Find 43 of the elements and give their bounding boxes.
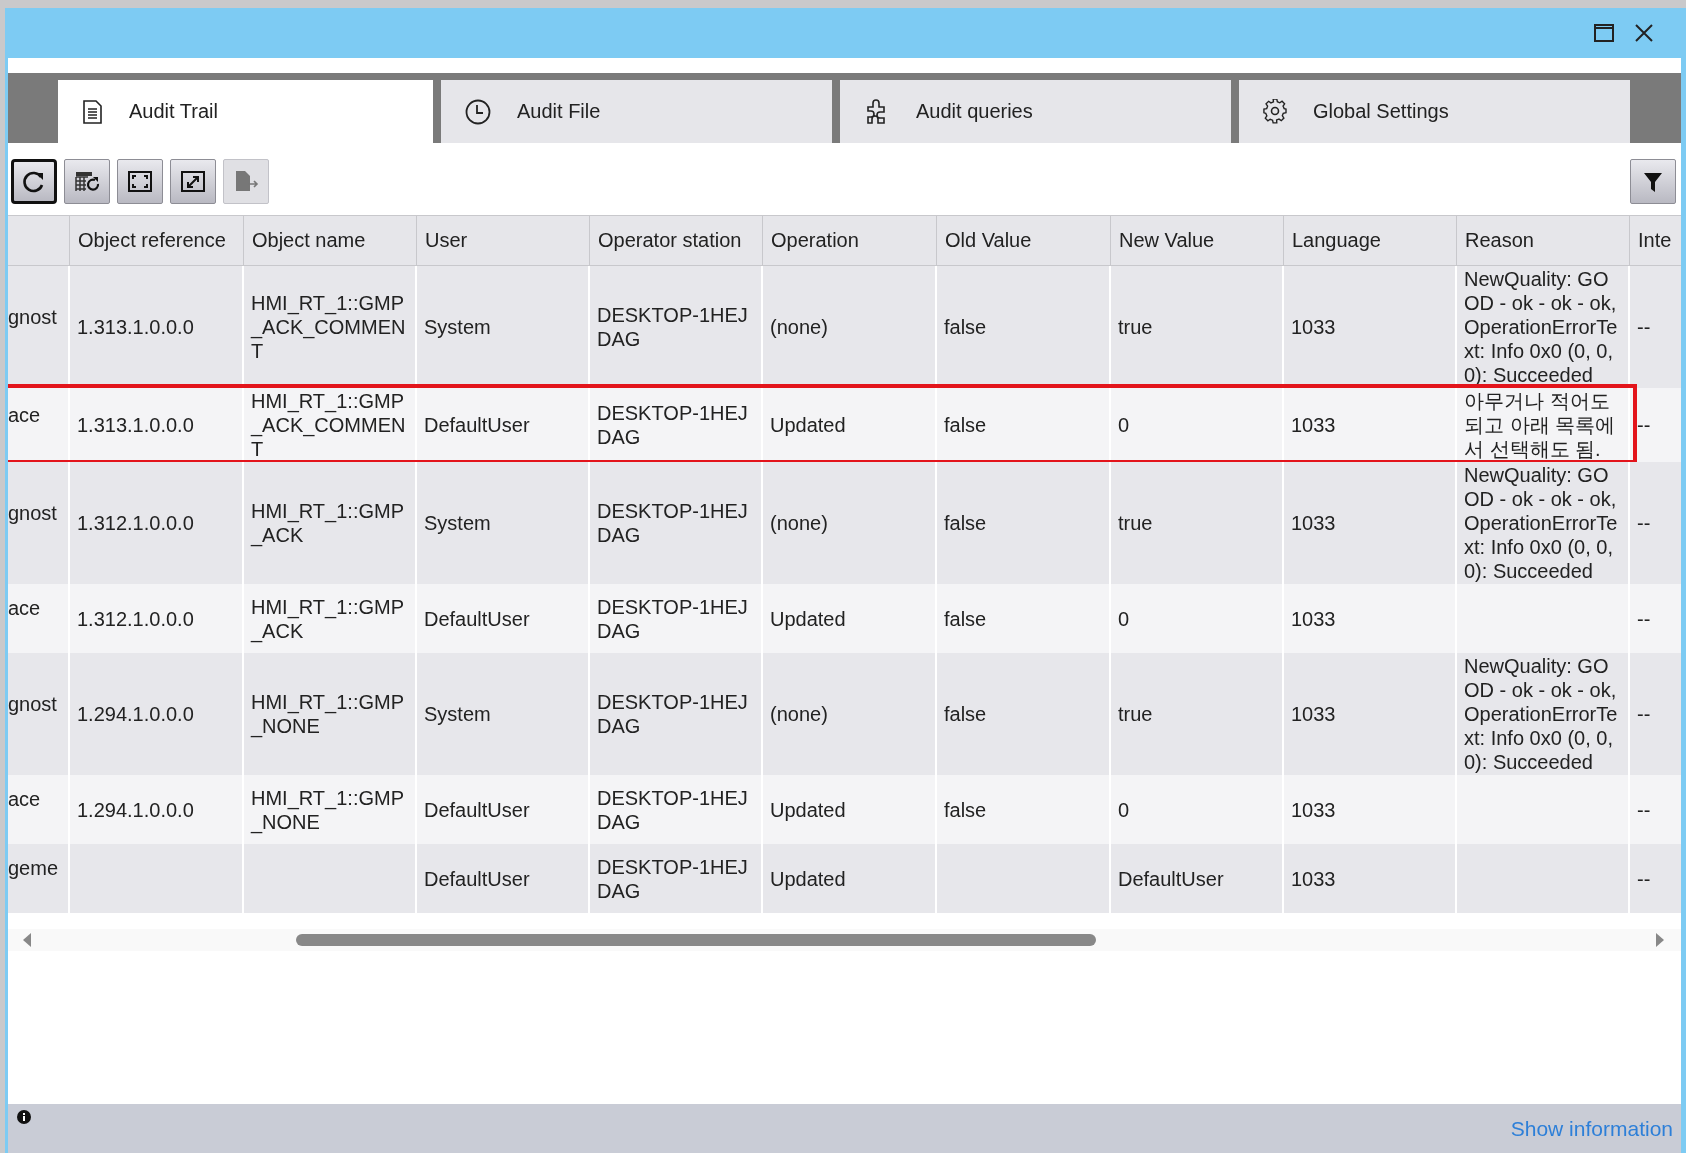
table-row[interactable]: geme DefaultUser DESKTOP-1HEJDAG Updated DefaultUser 1033 -- — [8, 844, 1681, 913]
export-icon — [233, 169, 259, 194]
column-header[interactable]: Language — [1284, 216, 1457, 265]
column-header[interactable]: New Value — [1111, 216, 1284, 265]
scroll-right-icon[interactable] — [1655, 933, 1665, 947]
refresh-button[interactable] — [11, 159, 57, 204]
scrollbar-thumb[interactable] — [296, 934, 1096, 946]
column-header[interactable]: Operation — [763, 216, 937, 265]
table-cell: DefaultUser — [1111, 844, 1284, 913]
tab[interactable]: Global Settings — [1239, 80, 1630, 143]
table-cell: Updated — [763, 844, 937, 913]
filter-icon — [1643, 170, 1663, 193]
column-header[interactable]: User — [417, 216, 590, 265]
info-icon[interactable] — [17, 1110, 31, 1124]
column-header[interactable]: Object reference — [70, 216, 244, 265]
clock-icon — [465, 98, 491, 125]
tab[interactable]: Audit Trail — [58, 80, 433, 143]
reload-table-button[interactable] — [64, 159, 110, 204]
scroll-left-icon[interactable] — [22, 933, 32, 947]
table-cell: -- — [1630, 844, 1681, 913]
document-icon — [82, 99, 103, 124]
horizontal-scrollbar[interactable] — [8, 929, 1681, 951]
column-header[interactable]: Old Value — [937, 216, 1111, 265]
column-header[interactable]: Inte — [1630, 216, 1681, 265]
filter-button[interactable] — [1630, 159, 1676, 204]
column-header[interactable]: Reason — [1457, 216, 1630, 265]
table-cell: 1033 — [1284, 844, 1457, 913]
frame-button[interactable] — [117, 159, 163, 204]
column-header[interactable]: Operator station — [590, 216, 763, 265]
table-cell: DESKTOP-1HEJDAG — [590, 844, 763, 913]
frame-arrows-button[interactable] — [170, 159, 216, 204]
table-cell: DefaultUser — [417, 844, 590, 913]
close-icon[interactable] — [1634, 23, 1654, 43]
tab[interactable]: Audit queries — [840, 80, 1231, 143]
table-refresh-icon — [74, 169, 100, 194]
table-cell: geme — [8, 844, 70, 913]
column-header[interactable]: Object name — [244, 216, 417, 265]
tab[interactable]: Audit File — [441, 80, 832, 143]
table-row[interactable]: gnost 1.313.1.0.0.0 HMI_RT_1::GMP_ACK_COMMENT System DESKTOP-1HEJDAG (none) false true 1033 NewQuality: GOOD - ok - ok - ok, OperationErrorText: Info 0x0 (0, 0, 0): Succeeded -- — [8, 266, 1681, 388]
maximize-icon[interactable] — [1594, 24, 1614, 42]
frame-icon — [127, 169, 153, 194]
frame-arrows-icon — [180, 169, 206, 194]
gear-icon — [1263, 98, 1287, 125]
